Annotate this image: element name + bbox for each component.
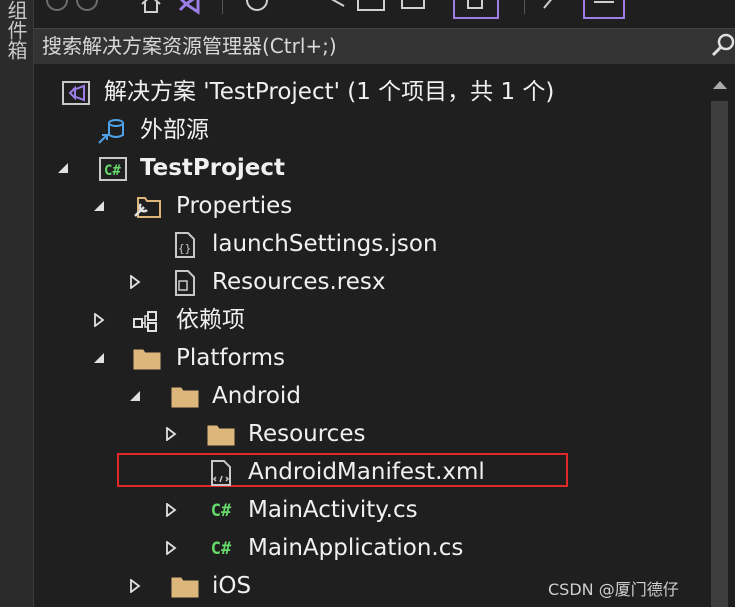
left-tool-strip[interactable]: 组件箱 xyxy=(0,0,34,607)
android-label: Android xyxy=(212,383,301,409)
tree-item-android[interactable]: Android xyxy=(34,377,704,415)
xml-file-icon xyxy=(206,459,236,487)
solution-label: 解决方案 'TestProject' (1 个项目，共 1 个) xyxy=(104,79,555,105)
expanded-arrow-icon[interactable] xyxy=(92,351,106,365)
collapsed-arrow-icon[interactable] xyxy=(92,313,106,327)
vs-switch-views-icon[interactable] xyxy=(176,0,204,16)
folder-icon xyxy=(170,573,200,601)
android-manifest-label: AndroidManifest.xml xyxy=(248,459,485,485)
tree-item-main-application[interactable]: C# MainApplication.cs xyxy=(34,529,704,567)
csharp-file-icon: C# xyxy=(210,539,232,559)
back-forward-icon[interactable] xyxy=(46,0,126,16)
tree-item-platforms[interactable]: Platforms xyxy=(34,339,704,377)
collapse-all-icon[interactable] xyxy=(354,0,388,14)
show-all-files-icon[interactable] xyxy=(396,0,430,14)
collapsed-arrow-icon[interactable] xyxy=(164,541,178,555)
csharp-file-icon: C# xyxy=(210,501,232,521)
json-file-icon: {} xyxy=(170,231,200,259)
panel-options-icon[interactable] xyxy=(582,0,628,20)
folder-icon xyxy=(206,421,236,449)
solution-explorer-toolbar xyxy=(34,0,735,28)
properties-folder-icon xyxy=(132,193,162,221)
scroll-up-arrow-icon[interactable] xyxy=(713,81,727,89)
svg-text:C#: C# xyxy=(104,163,121,179)
resources-folder-label: Resources xyxy=(248,421,366,447)
home-icon[interactable] xyxy=(140,0,162,16)
folder-icon xyxy=(170,383,200,411)
solution-tree: 解决方案 'TestProject' (1 个项目，共 1 个) 外部源 C# … xyxy=(34,63,735,607)
dependencies-label: 依赖项 xyxy=(176,307,245,333)
ios-label: iOS xyxy=(212,573,252,599)
svg-text:{}: {} xyxy=(178,242,191,255)
main-application-label: MainApplication.cs xyxy=(248,535,464,561)
search-bar xyxy=(34,28,735,64)
main-activity-label: MainActivity.cs xyxy=(248,497,418,523)
tree-item-resources-resx[interactable]: Resources.resx xyxy=(34,263,704,301)
tree-item-main-activity[interactable]: C# MainActivity.cs xyxy=(34,491,704,529)
expanded-arrow-icon[interactable] xyxy=(92,199,106,213)
external-sources-label: 外部源 xyxy=(140,117,209,143)
dependencies-icon xyxy=(132,307,162,335)
search-icon[interactable] xyxy=(710,33,735,59)
search-input[interactable] xyxy=(42,32,642,60)
tree-item-dependencies[interactable]: 依赖项 xyxy=(34,301,704,339)
tree-item-external-sources[interactable]: 外部源 xyxy=(34,111,704,149)
tree-item-solution[interactable]: 解决方案 'TestProject' (1 个项目，共 1 个) xyxy=(34,73,704,111)
tree-item-properties[interactable]: Properties xyxy=(34,187,704,225)
collapsed-arrow-icon[interactable] xyxy=(128,579,142,593)
collapsed-arrow-icon[interactable] xyxy=(164,427,178,441)
resx-file-icon xyxy=(170,269,200,297)
csharp-project-icon: C# xyxy=(98,155,128,183)
launch-settings-label: launchSettings.json xyxy=(212,231,438,257)
collapsed-arrow-icon[interactable] xyxy=(164,503,178,517)
preview-selected-icon[interactable] xyxy=(452,0,502,20)
pending-changes-icon[interactable] xyxy=(324,0,348,12)
watermark: CSDN @厦门德仔 xyxy=(548,580,679,599)
properties-wrench-icon[interactable] xyxy=(542,0,562,14)
platforms-label: Platforms xyxy=(176,345,285,371)
tree-item-resources-folder[interactable]: Resources xyxy=(34,415,704,453)
folder-icon xyxy=(132,345,162,373)
external-sources-icon xyxy=(96,117,126,145)
scrollbar-thumb[interactable] xyxy=(711,101,728,607)
vertical-scrollbar[interactable] xyxy=(709,77,730,607)
expanded-arrow-icon[interactable] xyxy=(56,161,70,175)
expanded-arrow-icon[interactable] xyxy=(128,389,142,403)
tree-item-android-manifest[interactable]: AndroidManifest.xml xyxy=(34,453,704,491)
solution-icon xyxy=(62,79,92,107)
left-panel-label[interactable]: 组件箱 xyxy=(2,0,30,70)
project-label: TestProject xyxy=(140,155,286,181)
tree-item-launch-settings[interactable]: {} launchSettings.json xyxy=(34,225,704,263)
properties-label: Properties xyxy=(176,193,293,219)
tree-item-project[interactable]: C# TestProject xyxy=(34,149,704,187)
sync-icon[interactable] xyxy=(244,0,270,14)
collapsed-arrow-icon[interactable] xyxy=(128,275,142,289)
resources-resx-label: Resources.resx xyxy=(212,269,386,295)
